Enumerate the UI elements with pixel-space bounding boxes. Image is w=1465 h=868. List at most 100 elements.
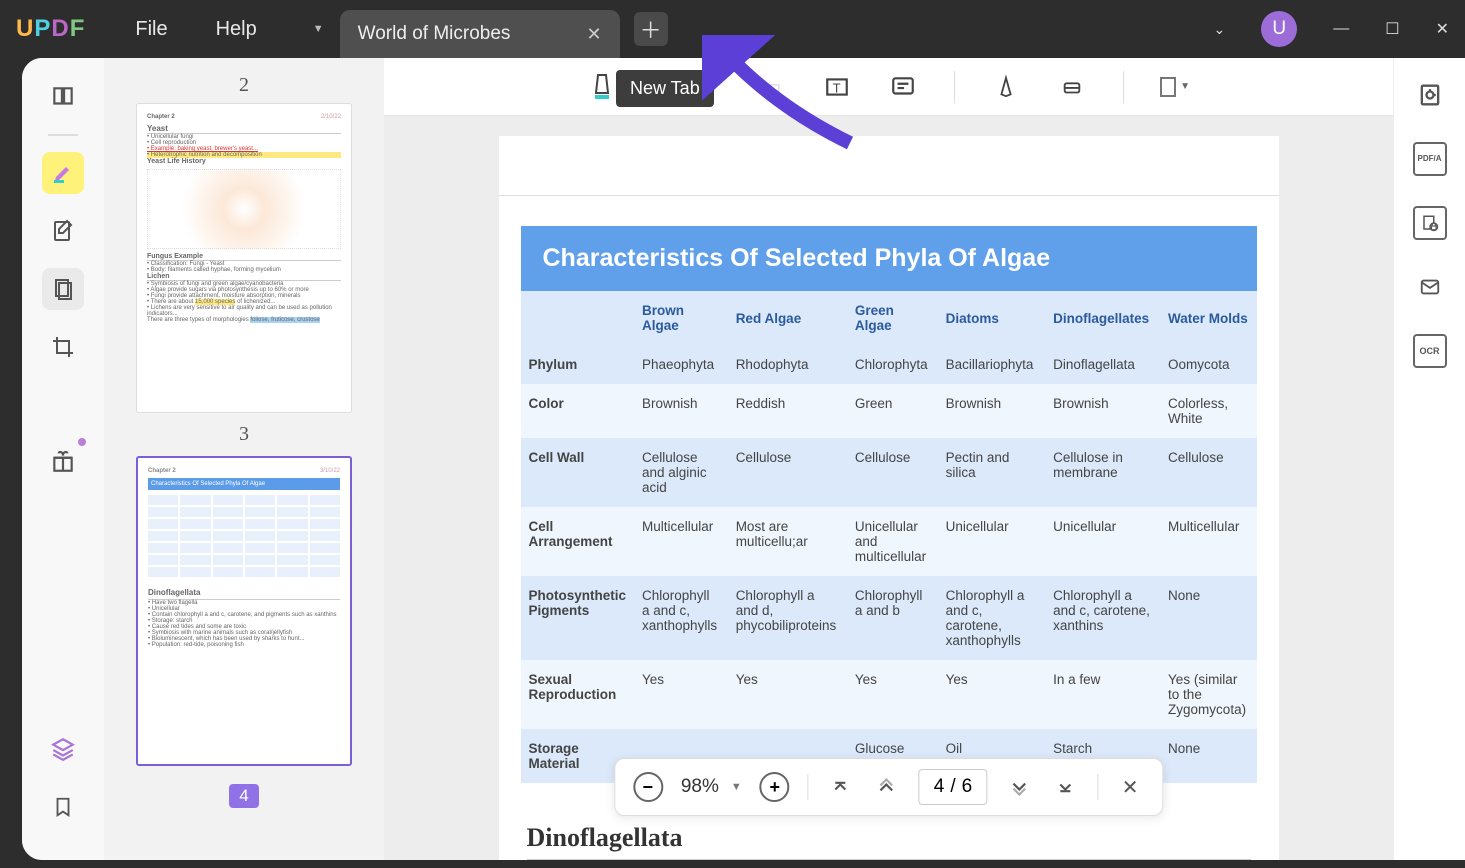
maximize-icon[interactable]: ☐ — [1385, 19, 1399, 39]
table-cell: Oomycota — [1160, 345, 1256, 384]
table-row: PhylumPhaeophytaRhodophytaChlorophytaBac… — [521, 345, 1257, 384]
tab-title: World of Microbes — [358, 23, 511, 45]
left-sidebar — [22, 58, 104, 860]
layers-icon[interactable] — [42, 728, 84, 770]
separator — [1097, 774, 1098, 800]
table-title: Characteristics Of Selected Phyla Of Alg… — [521, 226, 1257, 291]
heading-underline — [527, 859, 1251, 860]
table-cell: Yes (similar to the Zygomycota) — [1160, 660, 1256, 729]
note-tool-icon[interactable] — [888, 72, 918, 102]
next-page-button[interactable] — [1005, 773, 1033, 801]
edit-tool-icon[interactable] — [42, 210, 84, 252]
crop-tool-icon[interactable] — [42, 326, 84, 368]
table-cell: Chlorophyll a and c, xanthophylls — [634, 576, 728, 660]
close-window-icon[interactable]: ✕ — [1436, 19, 1449, 39]
table-cell: Chlorophyll a and c, carotene, xanthophy… — [938, 576, 1045, 660]
table-cell: Chlorophyta — [847, 345, 938, 384]
table-cell: Cellulose — [1160, 438, 1256, 507]
table-cell: Chlorophyll a and b — [847, 576, 938, 660]
table-row: Cell WallCellulose and alginic acid Cellu… — [521, 438, 1257, 507]
minimize-icon[interactable]: — — [1333, 20, 1349, 38]
menu-file[interactable]: File — [135, 18, 167, 41]
thumbnail-page-3[interactable]: Chapter 22/10/22 Yeast • Unicellular fun… — [136, 103, 352, 413]
row-label: Cell Arrangement — [521, 507, 635, 576]
reader-mode-icon[interactable] — [42, 76, 84, 118]
zoom-out-button[interactable]: − — [633, 772, 663, 802]
page-number-2: 2 — [136, 74, 352, 97]
separator — [1123, 71, 1124, 103]
table-cell: Yes — [938, 660, 1045, 729]
tool-hidden-2[interactable]: ▭ — [756, 72, 786, 102]
table-cell: Dinoflagellata — [1045, 345, 1160, 384]
table-cell: Brownish — [938, 384, 1045, 438]
last-page-button[interactable] — [1051, 773, 1079, 801]
row-label: Phylum — [521, 345, 635, 384]
table-row: Photosynthetic PigmentsChlorophyll a and… — [521, 576, 1257, 660]
prev-page-button[interactable] — [873, 773, 901, 801]
pages-tool-icon[interactable] — [42, 268, 84, 310]
mail-icon[interactable] — [1413, 270, 1447, 304]
table-cell: Yes — [847, 660, 938, 729]
ocr-icon[interactable]: OCR — [1413, 334, 1447, 368]
new-tab-button[interactable]: ＋ — [634, 12, 668, 46]
current-page: 4 — [934, 776, 945, 798]
zoom-dropdown-icon[interactable]: ▼ — [731, 781, 742, 793]
rotate-icon[interactable] — [1413, 78, 1447, 112]
table-cell: Most are multicellu;ar — [728, 507, 847, 576]
thumbnails-panel: 2 Chapter 22/10/22 Yeast • Unicellular f… — [104, 58, 384, 860]
algae-table: Brown Algae Red Algae Green Algae Diatom… — [521, 291, 1257, 783]
separator — [954, 71, 955, 103]
shape-tool-icon[interactable]: ▼ — [1160, 72, 1190, 102]
col-header: Diatoms — [938, 291, 1045, 345]
user-avatar[interactable]: U — [1261, 11, 1297, 47]
total-pages: 6 — [962, 776, 973, 798]
menu-help[interactable]: Help — [216, 18, 257, 41]
table-cell: Unicellular and multicellular — [847, 507, 938, 576]
zoom-level: 98% — [681, 776, 719, 798]
titlebar: UPDF File Help ▼ World of Microbes ✕ ＋ ⌄… — [0, 0, 1465, 58]
window-menu-icon[interactable]: ⌄ — [1214, 21, 1226, 38]
zoom-in-button[interactable]: + — [760, 772, 790, 802]
page-content: Characteristics Of Selected Phyla Of Alg… — [499, 136, 1279, 860]
page-indicator[interactable]: 4 / 6 — [919, 769, 987, 805]
new-tab-tooltip: New Tab — [616, 70, 714, 107]
table-cell: Green — [847, 384, 938, 438]
eraser-tool-icon[interactable] — [1057, 72, 1087, 102]
page-viewport[interactable]: Characteristics Of Selected Phyla Of Alg… — [384, 116, 1393, 860]
tab-list-dropdown[interactable]: ▼ — [305, 15, 332, 43]
workspace: 2 Chapter 22/10/22 Yeast • Unicellular f… — [22, 58, 1465, 860]
bookmark-icon[interactable] — [42, 786, 84, 828]
table-cell: Reddish — [728, 384, 847, 438]
pencil-tool-icon[interactable] — [991, 72, 1021, 102]
document-tab[interactable]: World of Microbes ✕ — [340, 10, 620, 58]
annotation-toolbar: ▭ ▭ T ▼ — [384, 58, 1393, 116]
gift-icon[interactable] — [42, 440, 84, 482]
table-cell: In a few — [1045, 660, 1160, 729]
main-area: ▭ ▭ T ▼ Characteristics Of Selected Phyl… — [384, 58, 1393, 860]
highlighter-tool-icon[interactable] — [587, 72, 617, 102]
row-label: Color — [521, 384, 635, 438]
close-controls-button[interactable]: ✕ — [1116, 773, 1144, 801]
table-cell: Cellulose and alginic acid — [634, 438, 728, 507]
table-cell: Cellulose — [847, 438, 938, 507]
page-number-3: 3 — [136, 423, 352, 446]
pdfa-icon[interactable]: PDF/A — [1413, 142, 1447, 176]
table-cell: Unicellular — [1045, 507, 1160, 576]
text-box-tool-icon[interactable]: T — [822, 72, 852, 102]
close-tab-icon[interactable]: ✕ — [587, 24, 602, 45]
table-cell: Chlorophyll a and d, phycobiliproteins — [728, 576, 847, 660]
table-row: Cell ArrangementMulticellularMost are mu… — [521, 507, 1257, 576]
lock-pdf-icon[interactable] — [1413, 206, 1447, 240]
col-header: Water Molds — [1160, 291, 1256, 345]
table-cell: Pectin and silica — [938, 438, 1045, 507]
right-sidebar: PDF/A OCR — [1393, 58, 1465, 860]
row-label: Cell Wall — [521, 438, 635, 507]
col-header: Green Algae — [847, 291, 938, 345]
app-logo: UPDF — [16, 15, 85, 43]
thumbnail-page-4[interactable]: Chapter 23/10/22 Characteristics Of Sele… — [136, 456, 352, 766]
highlight-tool-icon[interactable] — [42, 152, 84, 194]
page-controls: − 98% ▼ + 4 / 6 ✕ — [614, 758, 1163, 816]
table-cell: None — [1160, 576, 1256, 660]
svg-text:T: T — [833, 80, 841, 95]
first-page-button[interactable] — [827, 773, 855, 801]
